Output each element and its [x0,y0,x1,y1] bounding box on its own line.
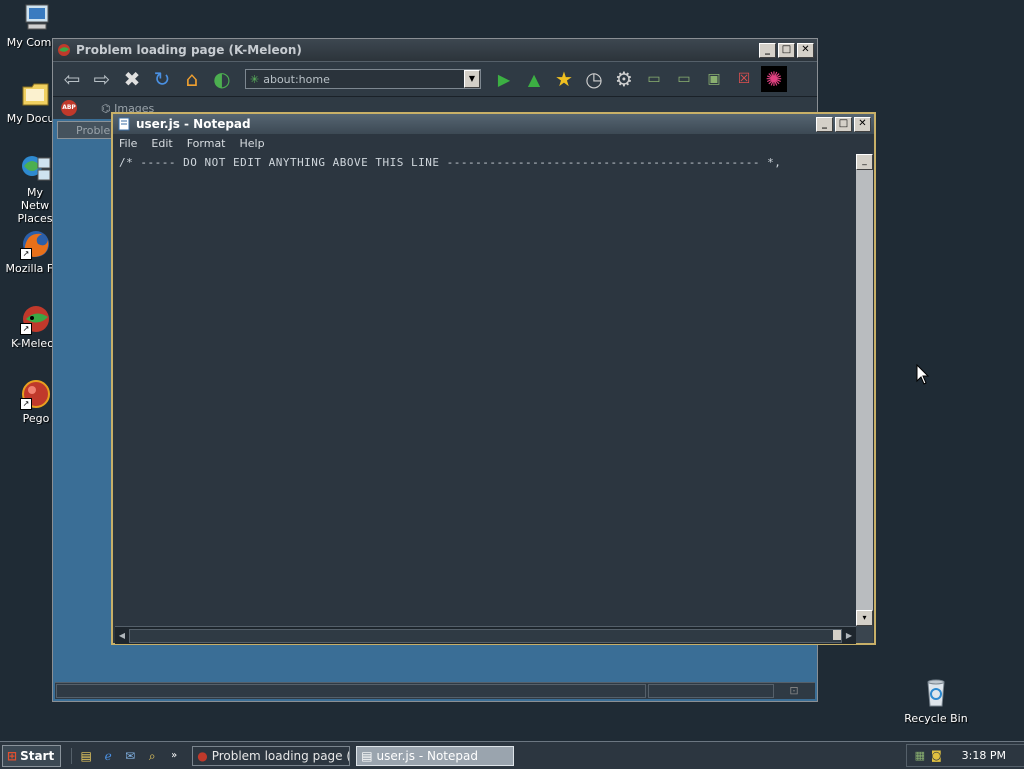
navigation-toolbar: ⇦ ⇨ ✖ ↻ ⌂ ◐ ✳ about:home ▼ ▶ ▲ ★ ◷ ⚙ ▭ ▭… [53,61,817,97]
task-label: Problem loading page (K-... [211,748,350,763]
chevron-right-icon[interactable]: » [166,748,182,764]
desktop-icon-label: Recycle Bin [904,712,968,725]
desktop-icon-recycle-bin[interactable]: Recycle Bin [900,676,972,725]
bookmarks-star-icon[interactable]: ★ [551,66,577,92]
history-clock-icon[interactable]: ◷ [581,66,607,92]
k-meleon-icon [58,44,70,56]
windows-explorer-icon[interactable]: ⌕ [144,748,160,764]
outlook-express-icon[interactable]: ✉ [122,748,138,764]
windows-logo-icon: ⊞ [7,748,18,763]
forward-icon[interactable]: ⇨ [89,66,115,92]
tab-label: Proble [76,124,111,137]
url-bar[interactable]: ✳ about:home ▼ [245,69,481,89]
close-tab-icon[interactable]: ☒ [731,66,757,92]
close-button[interactable]: ✕ [797,42,814,58]
status-text-panel [56,684,646,698]
notepad-icon [118,117,130,131]
task-label: user.js - Notepad [376,748,478,763]
horizontal-scrollbar[interactable]: ◀ ▶ [115,626,856,644]
close-button[interactable]: ✕ [854,116,871,132]
shortcut-arrow-icon: ↗ [20,398,32,410]
notepad-window[interactable]: user.js - Notepad _ □ ✕ File Edit Format… [111,112,876,645]
mouse-cursor-icon [916,364,930,385]
shortcut-arrow-icon: ↗ [20,248,32,260]
resize-grip[interactable] [856,626,873,643]
recycle-bin-icon [920,676,952,708]
minimize-button[interactable]: _ [759,42,776,58]
start-button[interactable]: ⊞ Start [2,744,62,767]
shortcut-arrow-icon: ↗ [20,323,32,335]
system-tray: ▦ ◙ 3:18 PM [905,744,1024,767]
status-bar: ⊡ [55,682,815,699]
adblock-icon[interactable]: ABP [61,100,77,116]
menu-bar: File Edit Format Help [113,134,874,152]
minimize-button[interactable]: _ [816,116,833,132]
taskbar: ⊞ Start ▤ ℯ ✉ ⌕ » ● Problem loading page… [0,741,1024,769]
url-dropdown-button[interactable]: ▼ [464,70,480,88]
scroll-right-icon[interactable]: ▶ [842,629,856,643]
go-icon[interactable]: ▶ [491,66,517,92]
notepad-icon: ▤ [361,748,373,763]
scroll-thumb[interactable] [833,629,841,640]
network-icon [20,152,52,184]
menu-edit[interactable]: Edit [151,137,172,150]
k-meleon-titlebar[interactable]: Problem loading page (K-Meleon) _ □ ✕ [53,39,817,61]
home-icon[interactable]: ⌂ [179,66,205,92]
status-progress-panel [648,684,774,698]
text-editor[interactable]: /* ----- DO NOT EDIT ANYTHING ABOVE THIS… [115,154,856,626]
clock[interactable]: 3:18 PM [962,749,1006,762]
new-window-icon[interactable]: ▣ [701,66,727,92]
browser-tab[interactable]: Proble [57,121,115,139]
back-icon[interactable]: ⇦ [59,66,85,92]
up-icon[interactable]: ▲ [521,66,547,92]
internet-explorer-icon[interactable]: ℯ [100,748,116,764]
k-meleon-icon: ↗ [20,303,52,335]
stop-icon[interactable]: ✖ [119,66,145,92]
throbber-icon: ✺ [761,66,787,92]
menu-file[interactable]: File [119,137,137,150]
window-title: user.js - Notepad [136,117,251,131]
computer-icon [20,2,52,34]
scroll-down-icon[interactable]: ▾ [856,610,873,626]
status-security-icon: ⊡ [789,684,799,697]
vertical-scrollbar[interactable]: _ ▾ [856,154,873,626]
show-desktop-icon[interactable]: ▤ [78,748,94,764]
reload-icon[interactable]: ↻ [149,66,175,92]
window-title: Problem loading page (K-Meleon) [76,43,302,57]
settings-gear-icon[interactable]: ⚙ [611,66,637,92]
menu-format[interactable]: Format [187,137,226,150]
network-tray-icon[interactable]: ▦ [915,749,925,762]
notepad-titlebar[interactable]: user.js - Notepad _ □ ✕ [113,114,874,134]
scroll-track[interactable] [129,628,842,643]
new-tab-icon[interactable]: ▭ [641,66,667,92]
globe-icon[interactable]: ◐ [209,66,235,92]
scroll-thumb[interactable]: _ [856,154,873,170]
page-icon: ✳ [250,72,260,86]
folder-icon [20,78,52,110]
menu-help[interactable]: Help [240,137,265,150]
url-text: about:home [263,72,330,86]
pego-icon: ↗ [20,378,52,410]
firefox-icon: ↗ [20,228,52,260]
k-meleon-icon: ● [197,748,208,763]
task-button-k-meleon[interactable]: ● Problem loading page (K-... [192,745,351,766]
maximize-button[interactable]: □ [778,42,795,58]
save-page-icon[interactable]: ▭ [671,66,697,92]
maximize-button[interactable]: □ [835,116,852,132]
update-tray-icon[interactable]: ◙ [931,749,942,762]
start-label: Start [20,748,55,763]
task-button-notepad[interactable]: ▤ user.js - Notepad [356,745,515,766]
scroll-left-icon[interactable]: ◀ [115,629,129,643]
quick-launch: ▤ ℯ ✉ ⌕ » [71,747,182,764]
